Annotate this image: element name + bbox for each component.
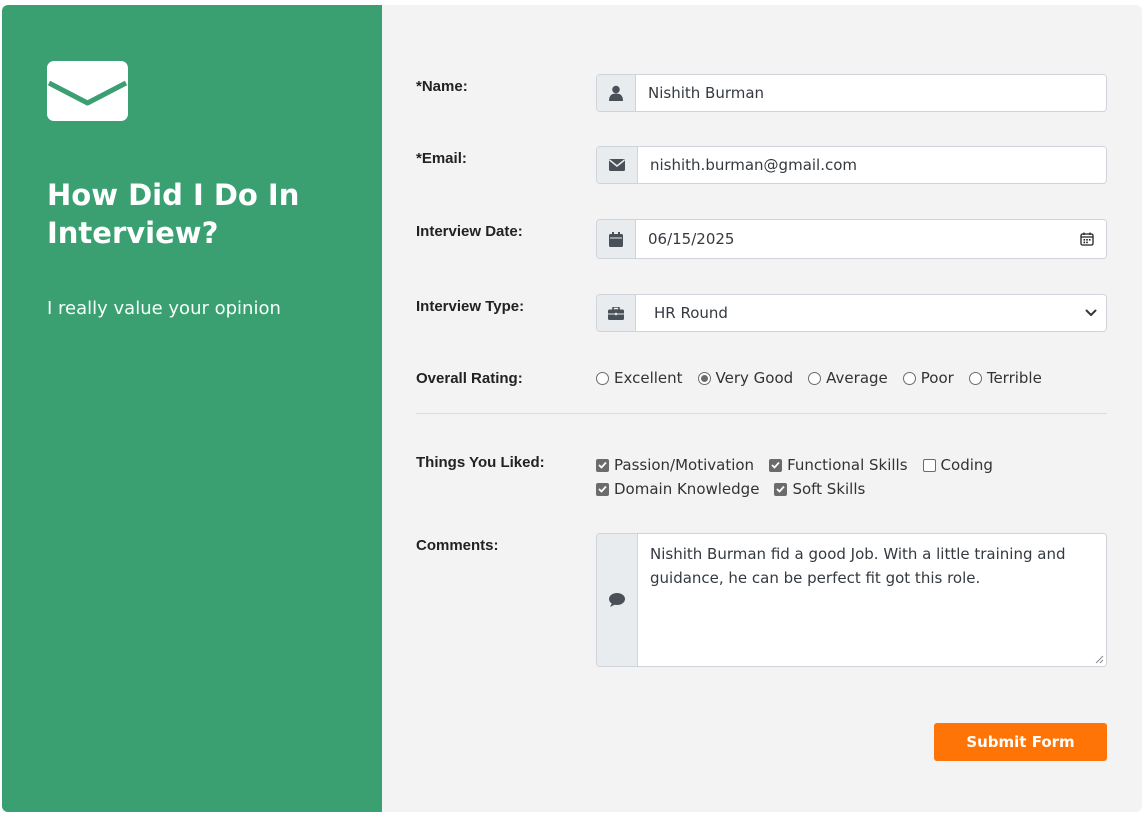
liked-option-label: Functional Skills bbox=[787, 456, 908, 474]
rating-option-very-good[interactable]: Very Good bbox=[697, 369, 794, 387]
rating-option-average[interactable]: Average bbox=[808, 369, 888, 387]
liked-option-passion[interactable]: Passion/Motivation bbox=[596, 456, 754, 474]
liked-option-label: Domain Knowledge bbox=[614, 480, 760, 498]
section-divider bbox=[416, 413, 1107, 414]
rating-option-label: Terrible bbox=[986, 369, 1042, 387]
sidebar-subtitle: I really value your opinion bbox=[47, 298, 281, 319]
checkbox-checked[interactable] bbox=[596, 482, 609, 496]
comments-label: Comments: bbox=[416, 537, 499, 554]
checkbox-unchecked[interactable] bbox=[922, 458, 936, 472]
interview-type-group: HR Round bbox=[596, 294, 1107, 332]
liked-option-soft-skills[interactable]: Soft Skills bbox=[774, 480, 865, 498]
email-label: *Email: bbox=[416, 150, 467, 167]
liked-checkbox-group: Passion/Motivation Functional Skills Cod… bbox=[596, 453, 1008, 501]
radio-button[interactable] bbox=[968, 371, 982, 385]
feedback-card: How Did I Do In Interview? I really valu… bbox=[2, 5, 1142, 812]
interview-type-select[interactable]: HR Round bbox=[636, 295, 1106, 331]
overall-rating-label: Overall Rating: bbox=[416, 370, 523, 387]
rating-option-label: Very Good bbox=[715, 369, 794, 387]
sidebar-title: How Did I Do In Interview? bbox=[47, 178, 300, 250]
resize-handle-icon[interactable] bbox=[1094, 654, 1104, 664]
briefcase-icon bbox=[597, 295, 636, 331]
comment-icon bbox=[597, 534, 638, 666]
sidebar-panel: How Did I Do In Interview? I really valu… bbox=[2, 5, 382, 812]
rating-radio-group: Excellent Very Good Average Poor Terribl… bbox=[596, 369, 1057, 387]
checkbox-checked[interactable] bbox=[596, 458, 609, 472]
radio-button[interactable] bbox=[596, 371, 609, 385]
interview-type-value: HR Round bbox=[654, 304, 728, 322]
checkbox-checked[interactable] bbox=[769, 458, 783, 472]
radio-button[interactable] bbox=[808, 371, 822, 385]
calendar-picker-icon[interactable] bbox=[1080, 232, 1094, 246]
liked-option-label: Passion/Motivation bbox=[614, 456, 755, 474]
comments-text: Nishith Burman fid a good Job. With a li… bbox=[650, 545, 1066, 587]
radio-button[interactable] bbox=[902, 371, 916, 385]
interview-type-label: Interview Type: bbox=[416, 298, 525, 315]
chevron-down-icon bbox=[1085, 309, 1097, 316]
email-input[interactable]: nishith.burman@gmail.com bbox=[638, 147, 1106, 183]
envelope-icon bbox=[47, 61, 128, 121]
checkbox-checked[interactable] bbox=[774, 482, 788, 496]
date-group: 06/15/2025 bbox=[596, 219, 1107, 259]
liked-option-label: Coding bbox=[940, 456, 993, 474]
liked-option-label: Soft Skills bbox=[792, 480, 866, 498]
rating-option-excellent[interactable]: Excellent bbox=[596, 369, 683, 387]
form-panel: *Name: Nishith Burman *Email: nishith.bu… bbox=[382, 5, 1142, 812]
rating-option-label: Excellent bbox=[614, 369, 683, 387]
comments-group: Nishith Burman fid a good Job. With a li… bbox=[596, 533, 1107, 667]
name-input[interactable]: Nishith Burman bbox=[636, 75, 1106, 111]
rating-option-poor[interactable]: Poor bbox=[902, 369, 954, 387]
liked-option-coding[interactable]: Coding bbox=[922, 456, 993, 474]
radio-button-selected[interactable] bbox=[697, 371, 711, 385]
name-group: Nishith Burman bbox=[596, 74, 1107, 112]
rating-option-label: Poor bbox=[920, 369, 954, 387]
interview-date-label: Interview Date: bbox=[416, 223, 523, 240]
calendar-icon bbox=[597, 220, 636, 258]
user-icon bbox=[597, 75, 636, 111]
interview-date-value: 06/15/2025 bbox=[648, 230, 735, 248]
liked-option-domain-knowledge[interactable]: Domain Knowledge bbox=[596, 480, 759, 498]
submit-button[interactable]: Submit Form bbox=[934, 723, 1107, 761]
name-label: *Name: bbox=[416, 78, 468, 95]
email-group: nishith.burman@gmail.com bbox=[596, 146, 1107, 184]
rating-option-label: Average bbox=[826, 369, 888, 387]
rating-option-terrible[interactable]: Terrible bbox=[968, 369, 1042, 387]
things-liked-label: Things You Liked: bbox=[416, 454, 545, 471]
envelope-icon bbox=[597, 147, 638, 183]
comments-textarea[interactable]: Nishith Burman fid a good Job. With a li… bbox=[638, 534, 1106, 666]
interview-date-input[interactable]: 06/15/2025 bbox=[636, 220, 1106, 258]
liked-option-functional-skills[interactable]: Functional Skills bbox=[769, 456, 908, 474]
